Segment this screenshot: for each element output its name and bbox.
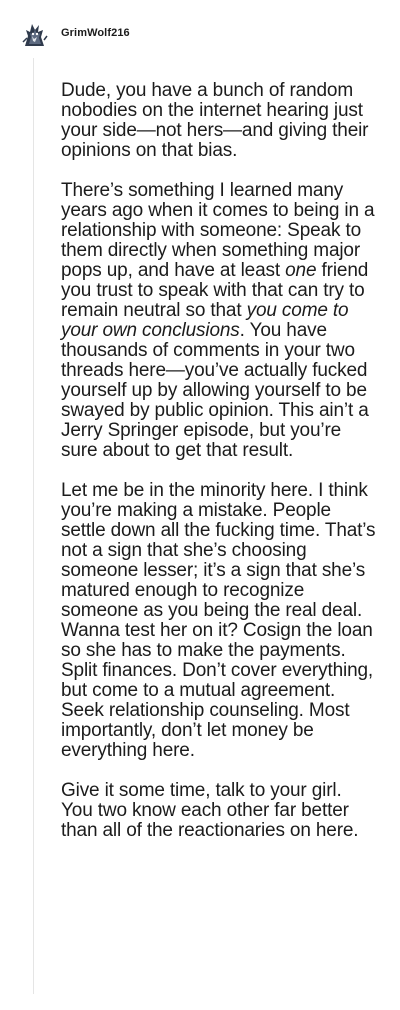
comment-paragraph: There’s something I learned many years a… <box>61 181 376 461</box>
comment-body: Dude, you have a bunch of random nobodie… <box>61 81 376 841</box>
paragraph-text: Let me be in the minority here. I think … <box>61 480 376 761</box>
comment-paragraph: Dude, you have a bunch of random nobodie… <box>61 81 376 161</box>
comment-paragraph: Give it some time, talk to your girl. Yo… <box>61 781 376 841</box>
emphasis-text: one <box>285 260 317 281</box>
comment-author[interactable]: GrimWolf216 <box>61 27 130 39</box>
paragraph-text: Give it some time, talk to your girl. Yo… <box>61 780 359 841</box>
comment-paragraph: Let me be in the minority here. I think … <box>61 481 376 761</box>
comment-header: GrimWolf216 <box>17 15 130 51</box>
paragraph-text: . You have thousands of comments in your… <box>61 320 369 461</box>
paragraph-text: Dude, you have a bunch of random nobodie… <box>61 80 369 161</box>
wolf-snoo-avatar-icon <box>22 24 48 46</box>
comment-card: GrimWolf216 Dude, you have a bunch of ra… <box>0 0 400 1010</box>
thread-line[interactable] <box>33 58 34 994</box>
user-avatar[interactable] <box>17 16 51 50</box>
